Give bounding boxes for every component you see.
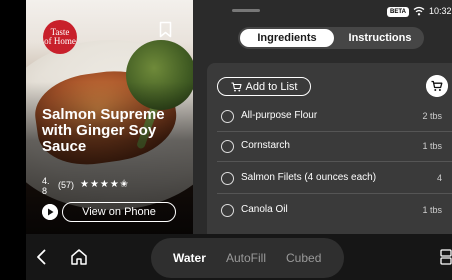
ingredient-name: Canola Oil <box>241 204 288 215</box>
ingredient-checkbox[interactable] <box>221 140 234 153</box>
row-divider <box>217 161 452 162</box>
ingredient-row[interactable]: Canola Oil 1 tbs <box>217 196 452 224</box>
app-screen: Taste of Home Salmon Supreme with Ginger… <box>0 0 452 280</box>
beta-badge: BETA <box>387 7 409 17</box>
ingredient-checkbox[interactable] <box>221 110 234 123</box>
ingredient-checkbox[interactable] <box>221 204 234 217</box>
rating-stars: ★★★★✬ <box>80 179 130 190</box>
ingredient-row[interactable]: Cornstarch 1 tbs <box>217 132 452 160</box>
left-bezel <box>0 0 26 280</box>
tab-ingredients[interactable]: Ingredients <box>240 29 334 47</box>
ingredients-instructions-tabs: Ingredients Instructions <box>238 27 424 49</box>
view-on-phone-button[interactable]: View on Phone <box>62 202 176 222</box>
wifi-icon <box>413 6 425 16</box>
ingredient-name: Salmon Filets (4 ounces each) <box>241 172 377 183</box>
ingredient-amount: 1 tbs <box>422 141 442 151</box>
tab-instructions[interactable]: Instructions <box>338 29 422 47</box>
bookmark-icon[interactable] <box>159 21 172 38</box>
status-time: 10:32 <box>429 6 452 16</box>
ingredient-row[interactable]: Salmon Filets (4 ounces each) 4 <box>217 164 452 192</box>
ingredient-name: Cornstarch <box>241 140 290 151</box>
drag-handle[interactable] <box>232 9 260 12</box>
mode-autofill-button[interactable]: AutoFill <box>226 251 266 265</box>
add-to-list-button[interactable]: Add to List <box>217 77 311 96</box>
taste-of-home-logo: Taste of Home <box>43 20 77 54</box>
back-chevron-icon[interactable] <box>36 249 46 265</box>
row-divider <box>217 193 452 194</box>
logo-line-2: of Home <box>44 36 76 46</box>
rating-value: 4. 8 <box>42 176 50 196</box>
mode-cubed-button[interactable]: Cubed <box>286 251 321 265</box>
rating-count: (57) <box>58 180 75 190</box>
ingredient-amount: 4 <box>436 173 442 183</box>
cart-icon[interactable] <box>426 75 448 97</box>
mode-water-button[interactable]: Water <box>173 251 206 265</box>
ingredient-name: All-purpose Flour <box>241 110 318 121</box>
ingredient-amount: 2 tbs <box>422 111 442 121</box>
cart-small-icon <box>231 81 242 91</box>
grid-icon[interactable] <box>440 249 452 265</box>
play-icon[interactable] <box>42 204 58 220</box>
ingredient-checkbox[interactable] <box>221 172 234 185</box>
add-to-list-label: Add to List <box>245 80 298 93</box>
home-icon[interactable] <box>70 248 88 266</box>
ingredient-row[interactable]: All-purpose Flour 2 tbs <box>217 102 452 130</box>
ingredient-amount: 1 tbs <box>422 205 442 215</box>
recipe-title: Salmon Supreme with Ginger Soy Sauce <box>42 106 165 155</box>
